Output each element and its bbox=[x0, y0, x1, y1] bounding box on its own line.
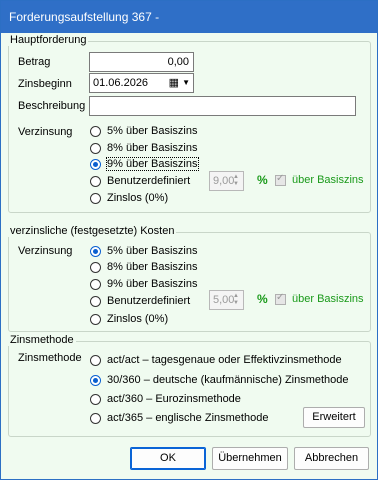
zinsmethode-radio-act365[interactable]: act/365 – englische Zinsmethode bbox=[90, 410, 268, 426]
radio-circle[interactable] bbox=[90, 295, 101, 307]
radio-circle[interactable] bbox=[90, 393, 101, 405]
radio-circle[interactable] bbox=[90, 245, 101, 257]
radio-circle[interactable] bbox=[90, 354, 101, 366]
kosten-percent-sign: % bbox=[257, 292, 268, 306]
radio-label: act/act – tagesgenaue oder Effektivzinsm… bbox=[107, 354, 342, 366]
spinner-arrows-icon[interactable]: ▲ ▼ bbox=[233, 293, 241, 307]
checkbox-label: über Basiszins bbox=[292, 174, 364, 186]
zinsmethode-radio-30-360[interactable]: 30/360 – deutsche (kaufmännische) Zinsme… bbox=[90, 372, 349, 388]
zinsbeginn-value: 01.06.2026 bbox=[93, 77, 149, 89]
haupt-radio-5[interactable]: 5% über Basiszins bbox=[90, 123, 198, 139]
kosten-radio-8[interactable]: 8% über Basiszins bbox=[90, 259, 198, 275]
radio-circle[interactable] bbox=[90, 374, 101, 386]
abbrechen-button[interactable]: Abbrechen bbox=[294, 447, 369, 470]
kosten-radio-custom[interactable]: Benutzerdefiniert bbox=[90, 293, 190, 309]
radio-circle[interactable] bbox=[90, 175, 101, 187]
betrag-label: Betrag bbox=[18, 56, 51, 68]
radio-circle[interactable] bbox=[90, 261, 101, 273]
chevron-down-icon[interactable]: ▼ bbox=[182, 74, 190, 92]
ok-button[interactable]: OK bbox=[130, 447, 206, 470]
zinsbeginn-date-picker[interactable]: 01.06.2026 ▦ ▼ bbox=[89, 73, 194, 93]
haupt-radio-8[interactable]: 8% über Basiszins bbox=[90, 140, 198, 156]
radio-label: act/360 – Eurozinsmethode bbox=[107, 393, 241, 405]
radio-label: 9% über Basiszins bbox=[106, 157, 199, 171]
kosten-custom-rate-stepper[interactable]: 5,00 ▲ ▼ bbox=[209, 290, 244, 310]
haupt-radio-zinslos[interactable]: Zinslos (0%) bbox=[90, 190, 168, 206]
radio-label: Zinslos (0%) bbox=[107, 313, 169, 325]
checkbox-label: über Basiszins bbox=[292, 293, 364, 305]
radio-circle[interactable] bbox=[90, 192, 101, 204]
radio-label: 5% über Basiszins bbox=[107, 125, 198, 137]
zinsmethode-group-title: Zinsmethode bbox=[8, 334, 76, 346]
haupt-custom-rate-value: 9,00 bbox=[213, 175, 235, 187]
radio-circle[interactable] bbox=[90, 412, 101, 424]
checkbox-icon[interactable] bbox=[275, 292, 286, 305]
zinsbeginn-label: Zinsbeginn bbox=[18, 78, 72, 90]
erweitert-button[interactable]: Erweitert bbox=[303, 407, 365, 428]
zinsmethode-radio-act360[interactable]: act/360 – Eurozinsmethode bbox=[90, 391, 241, 407]
uebernehmen-button[interactable]: Übernehmen bbox=[212, 447, 288, 470]
beschreibung-input[interactable] bbox=[89, 96, 356, 116]
radio-label: 8% über Basiszins bbox=[107, 261, 198, 273]
radio-label: Benutzerdefiniert bbox=[107, 295, 191, 307]
zinsmethode-label: Zinsmethode bbox=[18, 352, 82, 364]
haupt-custom-rate-stepper[interactable]: 9,00 ▲ ▼ bbox=[209, 171, 244, 191]
haupt-percent-sign: % bbox=[257, 173, 268, 187]
radio-label: 5% über Basiszins bbox=[107, 245, 198, 257]
kosten-custom-rate-value: 5,00 bbox=[213, 294, 235, 306]
radio-label: 8% über Basiszins bbox=[107, 142, 198, 154]
radio-label: Benutzerdefiniert bbox=[107, 175, 191, 187]
radio-label: Zinslos (0%) bbox=[107, 192, 169, 204]
zinsmethode-radio-actact[interactable]: act/act – tagesgenaue oder Effektivzinsm… bbox=[90, 352, 342, 368]
radio-circle[interactable] bbox=[90, 142, 101, 154]
haupt-ueber-basiszins-checkbox[interactable]: über Basiszins bbox=[275, 173, 364, 186]
radio-circle[interactable] bbox=[90, 278, 101, 290]
calendar-icon[interactable]: ▦ bbox=[169, 74, 179, 92]
hauptforderung-group-title: Hauptforderung bbox=[8, 34, 89, 46]
kosten-radio-9[interactable]: 9% über Basiszins bbox=[90, 276, 198, 292]
spinner-arrows-icon[interactable]: ▲ ▼ bbox=[233, 174, 241, 188]
radio-circle[interactable] bbox=[90, 125, 101, 137]
radio-circle[interactable] bbox=[90, 313, 101, 325]
kosten-verzinsung-label: Verzinsung bbox=[18, 245, 73, 257]
kosten-ueber-basiszins-checkbox[interactable]: über Basiszins bbox=[275, 292, 364, 305]
title-bar: Forderungsaufstellung 367 - bbox=[1, 1, 377, 33]
haupt-radio-custom[interactable]: Benutzerdefiniert bbox=[90, 173, 190, 189]
haupt-radio-9[interactable]: 9% über Basiszins bbox=[90, 156, 199, 172]
kosten-radio-zinslos[interactable]: Zinslos (0%) bbox=[90, 311, 168, 327]
betrag-input[interactable]: 0,00 bbox=[89, 52, 194, 72]
beschreibung-label: Beschreibung bbox=[18, 100, 86, 112]
kosten-radio-5[interactable]: 5% über Basiszins bbox=[90, 243, 198, 259]
radio-circle[interactable] bbox=[90, 158, 101, 170]
radio-label: act/365 – englische Zinsmethode bbox=[107, 412, 269, 424]
haupt-verzinsung-label: Verzinsung bbox=[18, 126, 73, 138]
dialog-window: Forderungsaufstellung 367 - Hauptforderu… bbox=[0, 0, 378, 480]
radio-label: 30/360 – deutsche (kaufmännische) Zinsme… bbox=[107, 374, 349, 386]
checkbox-icon[interactable] bbox=[275, 173, 286, 186]
kosten-group-title: verzinsliche (festgesetzte) Kosten bbox=[8, 225, 177, 237]
radio-label: 9% über Basiszins bbox=[107, 278, 198, 290]
